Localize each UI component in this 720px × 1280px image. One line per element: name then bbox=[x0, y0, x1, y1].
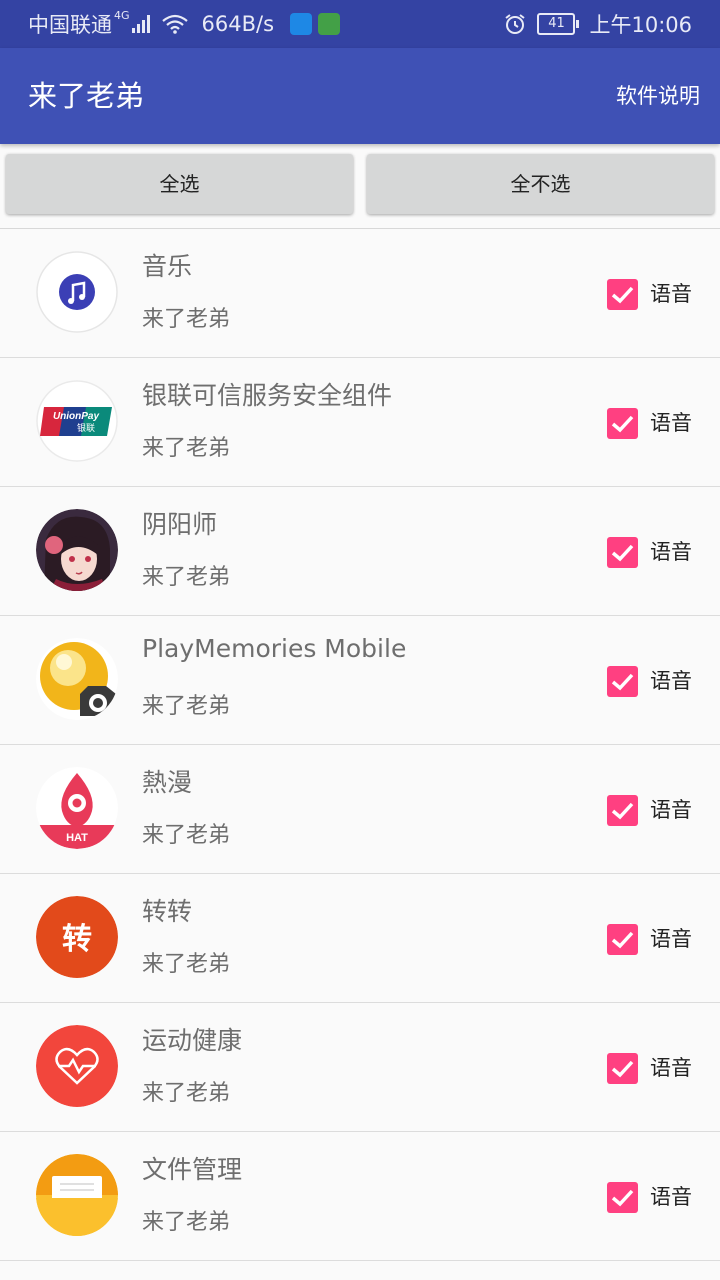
clock: 上午10:06 bbox=[589, 13, 692, 37]
music-app-icon bbox=[36, 251, 118, 333]
app-name: PlayMemories Mobile bbox=[142, 634, 407, 663]
reman-app-icon: HAT bbox=[36, 767, 118, 849]
app-name: 阴阳师 bbox=[142, 510, 218, 539]
app-name: 音乐 bbox=[142, 252, 193, 281]
network-speed: 664B/s bbox=[201, 12, 275, 36]
app-list: 音乐 来了老弟 语音 UnionPay 银联 银联可信服务安全组件 来了老弟 语… bbox=[0, 229, 720, 1261]
wifi-icon bbox=[161, 14, 188, 34]
carrier-label: 中国联通 bbox=[28, 13, 112, 37]
software-info-button[interactable]: 软件说明 bbox=[616, 48, 700, 144]
playmemories-app-icon bbox=[36, 638, 118, 720]
voice-checkbox[interactable] bbox=[607, 924, 638, 955]
svg-text:HAT: HAT bbox=[66, 832, 88, 844]
app-subtitle: 来了老弟 bbox=[142, 1081, 231, 1106]
list-item[interactable]: 音乐 来了老弟 语音 bbox=[0, 229, 720, 358]
list-item[interactable]: 阴阳师 来了老弟 语音 bbox=[0, 487, 720, 616]
voice-checkbox-label: 语音 bbox=[650, 798, 692, 822]
checkmark-icon bbox=[611, 1060, 634, 1078]
voice-checkbox-label: 语音 bbox=[650, 669, 692, 693]
app-name: 银联可信服务安全组件 bbox=[142, 381, 393, 410]
list-item[interactable]: 运动健康 来了老弟 语音 bbox=[0, 1003, 720, 1132]
signal-icon bbox=[131, 15, 150, 33]
select-all-button[interactable]: 全选 bbox=[6, 154, 353, 214]
checkmark-icon bbox=[611, 415, 634, 433]
selection-button-row: 全选 全不选 bbox=[0, 144, 720, 228]
voice-checkbox-label: 语音 bbox=[650, 1185, 692, 1209]
files-app-icon bbox=[36, 1154, 118, 1236]
chat-notification-icon bbox=[318, 13, 341, 35]
app-subtitle: 来了老弟 bbox=[142, 565, 231, 590]
app-subtitle: 来了老弟 bbox=[142, 694, 231, 719]
checkmark-icon bbox=[611, 286, 634, 304]
onmyoji-app-icon bbox=[36, 509, 118, 591]
voice-checkbox-label: 语音 bbox=[650, 282, 692, 306]
voice-checkbox-label: 语音 bbox=[650, 411, 692, 435]
app-name: 熱漫 bbox=[142, 768, 193, 797]
svg-text:银联: 银联 bbox=[77, 422, 95, 434]
checkmark-icon bbox=[611, 802, 634, 820]
app-name: 转转 bbox=[142, 897, 193, 926]
battery-icon: 41 bbox=[537, 13, 580, 35]
unionpay-app-icon: UnionPay 银联 bbox=[36, 380, 118, 462]
svg-text:转: 转 bbox=[62, 922, 92, 957]
app-subtitle: 来了老弟 bbox=[142, 823, 231, 848]
voice-checkbox-label: 语音 bbox=[650, 540, 692, 564]
list-item[interactable]: 文件管理 来了老弟 语音 bbox=[0, 1132, 720, 1261]
app-subtitle: 来了老弟 bbox=[142, 1210, 231, 1235]
svg-text:UnionPay: UnionPay bbox=[53, 411, 100, 422]
voice-checkbox-label: 语音 bbox=[650, 1056, 692, 1080]
app-bar: 来了老弟 软件说明 bbox=[0, 48, 720, 144]
app-subtitle: 来了老弟 bbox=[142, 436, 231, 461]
status-bar-left: 中国联通 4G 664B/s bbox=[28, 0, 346, 48]
list-item[interactable]: 转 转转 来了老弟 语音 bbox=[0, 874, 720, 1003]
health-app-icon bbox=[36, 1025, 118, 1107]
checkmark-icon bbox=[611, 673, 634, 691]
voice-checkbox[interactable] bbox=[607, 1182, 638, 1213]
voice-checkbox[interactable] bbox=[607, 666, 638, 697]
app-subtitle: 来了老弟 bbox=[142, 307, 231, 332]
list-item[interactable]: PlayMemories Mobile 来了老弟 语音 bbox=[0, 616, 720, 745]
app-name: 文件管理 bbox=[142, 1155, 243, 1184]
checkmark-icon bbox=[611, 544, 634, 562]
checkmark-icon bbox=[611, 931, 634, 949]
voice-checkbox-label: 语音 bbox=[650, 927, 692, 951]
status-bar: 中国联通 4G 664B/s 41 上午10:06 bbox=[0, 0, 720, 48]
shield-notification-icon bbox=[290, 13, 313, 35]
voice-checkbox[interactable] bbox=[607, 279, 638, 310]
voice-checkbox[interactable] bbox=[607, 537, 638, 568]
voice-checkbox[interactable] bbox=[607, 408, 638, 439]
app-subtitle: 来了老弟 bbox=[142, 952, 231, 977]
alarm-icon bbox=[505, 14, 526, 34]
zhuanzhuan-app-icon: 转 bbox=[36, 896, 118, 978]
status-bar-right: 41 上午10:06 bbox=[503, 0, 692, 48]
app-title: 来了老弟 bbox=[28, 79, 145, 113]
select-none-button[interactable]: 全不选 bbox=[367, 154, 714, 214]
network-type: 4G bbox=[114, 8, 130, 22]
app-name: 运动健康 bbox=[142, 1026, 243, 1055]
voice-checkbox[interactable] bbox=[607, 795, 638, 826]
voice-checkbox[interactable] bbox=[607, 1053, 638, 1084]
list-item[interactable]: HAT 熱漫 来了老弟 语音 bbox=[0, 745, 720, 874]
list-item[interactable]: UnionPay 银联 银联可信服务安全组件 来了老弟 语音 bbox=[0, 358, 720, 487]
checkmark-icon bbox=[611, 1189, 634, 1207]
